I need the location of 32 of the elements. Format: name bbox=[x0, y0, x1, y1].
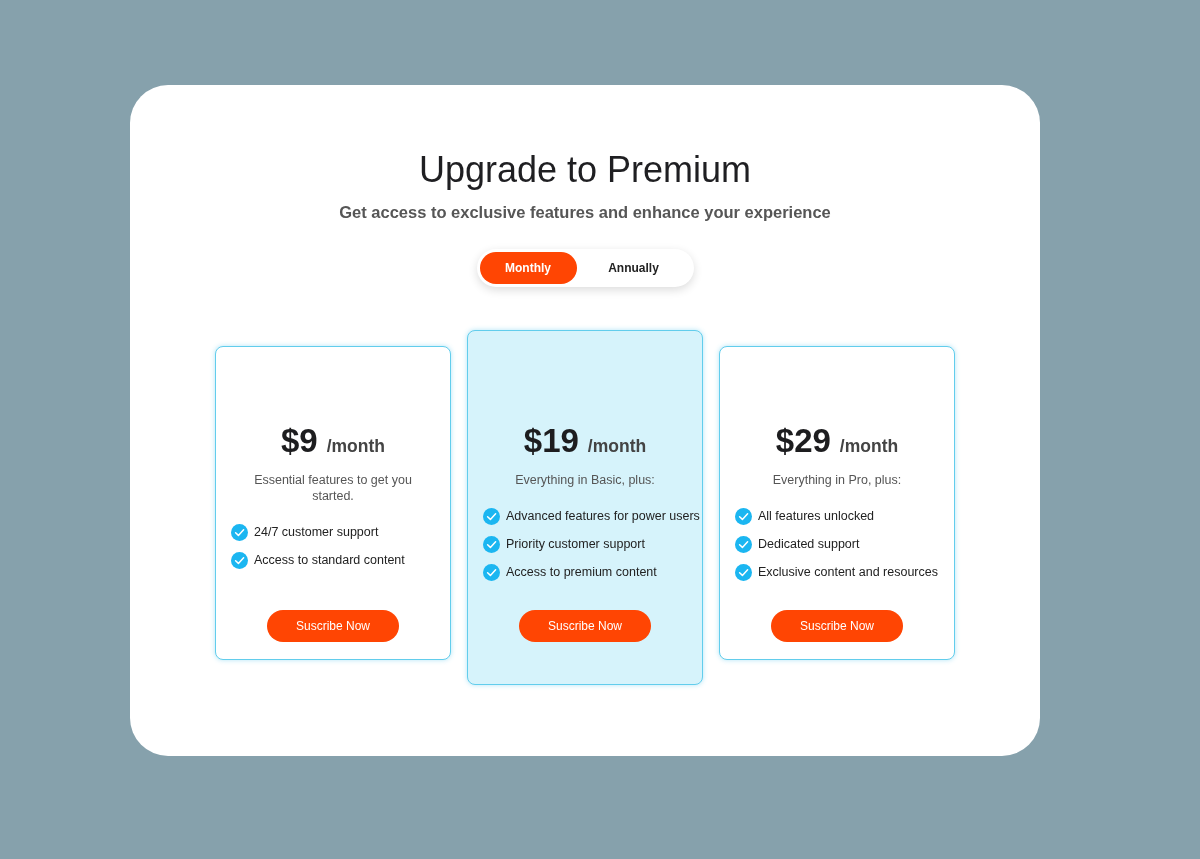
feature-text: Priority customer support bbox=[506, 537, 645, 551]
feature-text: 24/7 customer support bbox=[254, 525, 379, 539]
billing-tab[interactable]: Monthly bbox=[479, 252, 577, 284]
check-icon bbox=[735, 507, 752, 525]
price-period: /month bbox=[587, 436, 647, 457]
plan-description: Everything in Basic, plus: bbox=[515, 472, 655, 488]
check-icon bbox=[483, 563, 500, 581]
check-icon bbox=[483, 535, 500, 553]
feature-text: All features unlocked bbox=[758, 509, 875, 523]
page-title: Upgrade to Premium bbox=[417, 148, 753, 192]
feature-text: Access to standard content bbox=[254, 553, 405, 567]
feature-text: Exclusive content and resources bbox=[758, 565, 938, 579]
plan-description: Everything in Pro, plus: bbox=[772, 472, 902, 488]
check-icon bbox=[231, 523, 248, 541]
price-period: /month bbox=[839, 436, 899, 457]
check-icon bbox=[735, 535, 752, 553]
feature-text: Advanced features for power users bbox=[506, 509, 700, 523]
feature-text: Dedicated support bbox=[758, 537, 860, 551]
price-amount: $9 bbox=[280, 422, 318, 460]
feature-text: Access to premium content bbox=[506, 565, 657, 579]
price-amount: $19 bbox=[523, 422, 579, 460]
price-period: /month bbox=[326, 436, 385, 457]
check-icon bbox=[735, 563, 752, 581]
check-icon bbox=[483, 507, 500, 525]
page-subtitle: Get access to exclusive features and enhance your experience bbox=[338, 202, 832, 223]
plan-description: Essential features to get you started. bbox=[253, 472, 413, 504]
billing-tab[interactable]: Annually bbox=[576, 252, 691, 284]
subscribe-button[interactable]: Suscribe Now bbox=[267, 610, 399, 642]
subscribe-button[interactable]: Suscribe Now bbox=[519, 610, 651, 642]
subscribe-button[interactable]: Suscribe Now bbox=[771, 610, 903, 642]
price-amount: $29 bbox=[775, 422, 831, 460]
check-icon bbox=[231, 551, 248, 569]
